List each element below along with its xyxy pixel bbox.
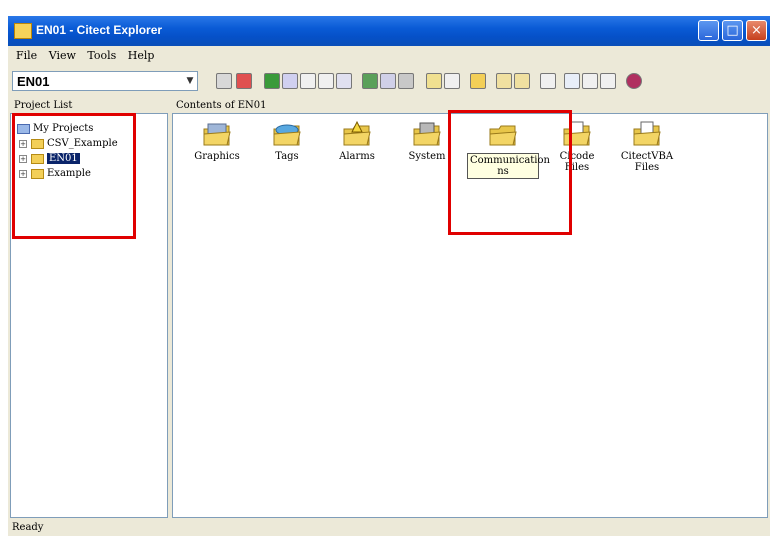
menu-view[interactable]: View xyxy=(49,49,76,62)
chevron-down-icon[interactable]: ▼ xyxy=(183,72,197,90)
help-icon[interactable] xyxy=(626,73,642,89)
project-list-header: Project List xyxy=(10,98,168,114)
edit-icon[interactable] xyxy=(216,73,232,89)
toolbar: EN01 ▼ xyxy=(8,67,770,97)
citectvba-files-icon xyxy=(633,121,661,146)
graphics-folder-icon xyxy=(203,123,231,146)
item-label: Graphics xyxy=(194,151,240,162)
alarm-tool-icon[interactable] xyxy=(362,73,378,89)
window-title: EN01 - Citect Explorer xyxy=(36,23,163,37)
variable-icon[interactable] xyxy=(318,73,334,89)
app-icon xyxy=(14,23,32,39)
highlight-box-project-tree xyxy=(12,113,136,239)
item-label: Tags xyxy=(275,151,299,162)
list-view-icon[interactable] xyxy=(582,73,598,89)
maximize-button[interactable]: □ xyxy=(722,20,743,41)
project-editor-icon[interactable] xyxy=(398,73,414,89)
item-label: Alarms xyxy=(339,151,375,162)
graphics-item[interactable]: Graphics xyxy=(187,120,247,162)
project-combo[interactable]: EN01 ▼ xyxy=(12,71,198,91)
graphics-builder-icon[interactable] xyxy=(380,73,396,89)
properties-icon[interactable] xyxy=(540,73,556,89)
title-bar[interactable]: EN01 - Citect Explorer _ □ × xyxy=(8,16,770,46)
system-folder-icon xyxy=(413,122,441,146)
project-combo-value: EN01 xyxy=(17,74,50,89)
tags-folder-icon xyxy=(273,124,301,146)
cut-icon[interactable] xyxy=(496,73,512,89)
large-icons-view-icon[interactable] xyxy=(564,73,580,89)
open-folder-icon[interactable] xyxy=(470,73,486,89)
paste-icon[interactable] xyxy=(514,73,530,89)
minimize-button[interactable]: _ xyxy=(698,20,719,41)
item-label-wrap: Files xyxy=(634,162,660,173)
close-button[interactable]: × xyxy=(746,20,767,41)
item-label: CitectVBA xyxy=(620,151,674,162)
run-icon[interactable] xyxy=(264,73,280,89)
trend-icon[interactable] xyxy=(336,73,352,89)
computer-setup-icon[interactable] xyxy=(426,73,442,89)
status-bar: Ready xyxy=(12,522,44,533)
menu-bar: File View Tools Help xyxy=(8,46,770,66)
tags-item[interactable]: Tags xyxy=(257,120,317,162)
menu-help[interactable]: Help xyxy=(128,49,155,62)
delete-icon[interactable] xyxy=(236,73,252,89)
alarms-folder-icon xyxy=(343,120,371,146)
backup-icon[interactable] xyxy=(444,73,460,89)
citectvba-files-item[interactable]: CitectVBA Files xyxy=(617,120,677,173)
menu-file[interactable]: File xyxy=(16,49,37,62)
citect-explorer-window: EN01 - Citect Explorer _ □ × File View T… xyxy=(8,16,770,536)
new-page-icon[interactable] xyxy=(300,73,316,89)
details-view-icon[interactable] xyxy=(600,73,616,89)
alarms-item[interactable]: Alarms xyxy=(327,120,387,162)
highlight-box-communication xyxy=(448,110,572,235)
compile-icon[interactable] xyxy=(282,73,298,89)
menu-tools[interactable]: Tools xyxy=(87,49,116,62)
